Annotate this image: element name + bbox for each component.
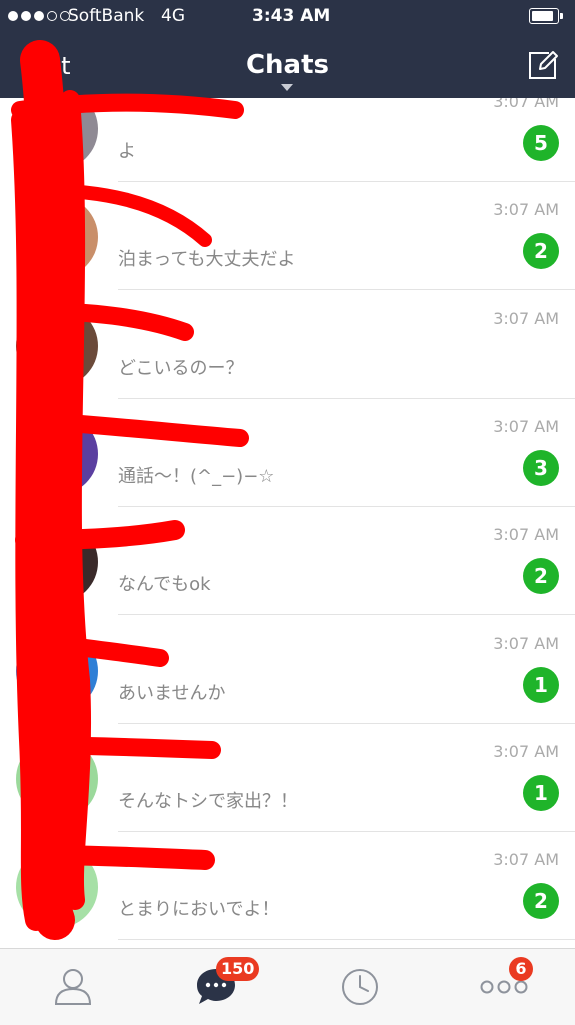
avatar	[16, 846, 98, 929]
avatar	[16, 304, 98, 387]
status-time: 3:43 AM	[252, 6, 331, 26]
avatar	[16, 98, 98, 170]
tab-timeline[interactable]	[320, 949, 400, 1025]
chat-list[interactable]: よ 3:07 AM 5 泊まっても大丈夫だよ 3:07 AM 2 どこいるのー？ 3:07 A…	[0, 98, 575, 948]
unread-count-badge: 1	[523, 666, 559, 703]
tab-friends[interactable]	[33, 949, 113, 1025]
chat-timestamp: 3:07 AM	[493, 850, 559, 870]
chat-timestamp: 3:07 AM	[493, 741, 559, 761]
person-icon	[54, 969, 92, 1005]
chat-last-message: 通話〜！(^_−)−☆	[118, 465, 275, 487]
chat-timestamp: 3:07 AM	[493, 416, 559, 436]
avatar	[16, 412, 98, 495]
more-badge: 6	[509, 957, 533, 981]
unread-count-badge: 2	[523, 233, 559, 270]
battery-icon	[529, 8, 563, 24]
chat-timestamp: 3:07 AM	[493, 200, 559, 220]
avatar	[16, 521, 98, 604]
header: SoftBank 4G 3:43 AM Edit Chats	[0, 0, 575, 98]
chat-last-message: よ	[118, 141, 136, 162]
unread-count-badge: 2	[523, 558, 559, 595]
more-icon	[480, 980, 528, 994]
chat-last-message: あいませんか	[118, 682, 226, 704]
chat-row[interactable]: なんでもok 3:07 AM 2	[0, 507, 575, 616]
chat-timestamp: 3:07 AM	[493, 308, 559, 328]
tab-bar: 150 6	[0, 948, 575, 1025]
page-title[interactable]: Chats	[0, 50, 575, 80]
chats-unread-badge: 150	[216, 957, 260, 981]
unread-count-badge: 2	[523, 883, 559, 920]
network-type: 4G	[161, 6, 185, 26]
chat-row[interactable]: よ 3:07 AM 5	[0, 98, 575, 182]
tab-chats[interactable]: 150	[176, 949, 260, 1025]
status-bar: SoftBank 4G 3:43 AM	[0, 0, 575, 32]
title-dropdown-icon[interactable]	[281, 84, 293, 91]
carrier-name: SoftBank	[68, 6, 145, 26]
chat-row[interactable]: そんなトシで家出？！ 3:07 AM 1	[0, 724, 575, 832]
row-divider	[118, 939, 575, 941]
chat-timestamp: 3:07 AM	[493, 98, 559, 111]
chat-last-message: なんでもok	[118, 574, 211, 596]
compose-icon[interactable]	[527, 50, 559, 80]
chat-last-message: どこいるのー？	[118, 357, 244, 379]
chat-row[interactable]: 泊まっても大丈夫だよ 3:07 AM 2	[0, 182, 575, 291]
chat-last-message: とまりにおいでよ！	[118, 899, 280, 921]
chat-timestamp: 3:07 AM	[493, 525, 559, 545]
signal-strength-icon	[8, 11, 70, 21]
chat-row[interactable]: あいませんか 3:07 AM 1	[0, 616, 575, 724]
avatar	[16, 196, 98, 279]
avatar	[16, 737, 98, 820]
chat-last-message: 泊まっても大丈夫だよ	[118, 249, 296, 271]
chat-last-message: そんなトシで家出？！	[118, 790, 298, 812]
unread-count-badge: 5	[523, 125, 559, 161]
unread-count-badge: 3	[523, 449, 559, 486]
chat-row[interactable]: とまりにおいでよ！ 3:07 AM 2	[0, 832, 575, 941]
tab-more[interactable]: 6	[463, 949, 543, 1025]
avatar	[16, 629, 98, 712]
chat-row[interactable]: どこいるのー？ 3:07 AM	[0, 291, 575, 399]
chat-timestamp: 3:07 AM	[493, 633, 559, 653]
clock-icon	[342, 969, 378, 1005]
unread-count-badge: 1	[523, 774, 559, 811]
chat-row[interactable]: 通話〜！(^_−)−☆ 3:07 AM 3	[0, 399, 575, 507]
